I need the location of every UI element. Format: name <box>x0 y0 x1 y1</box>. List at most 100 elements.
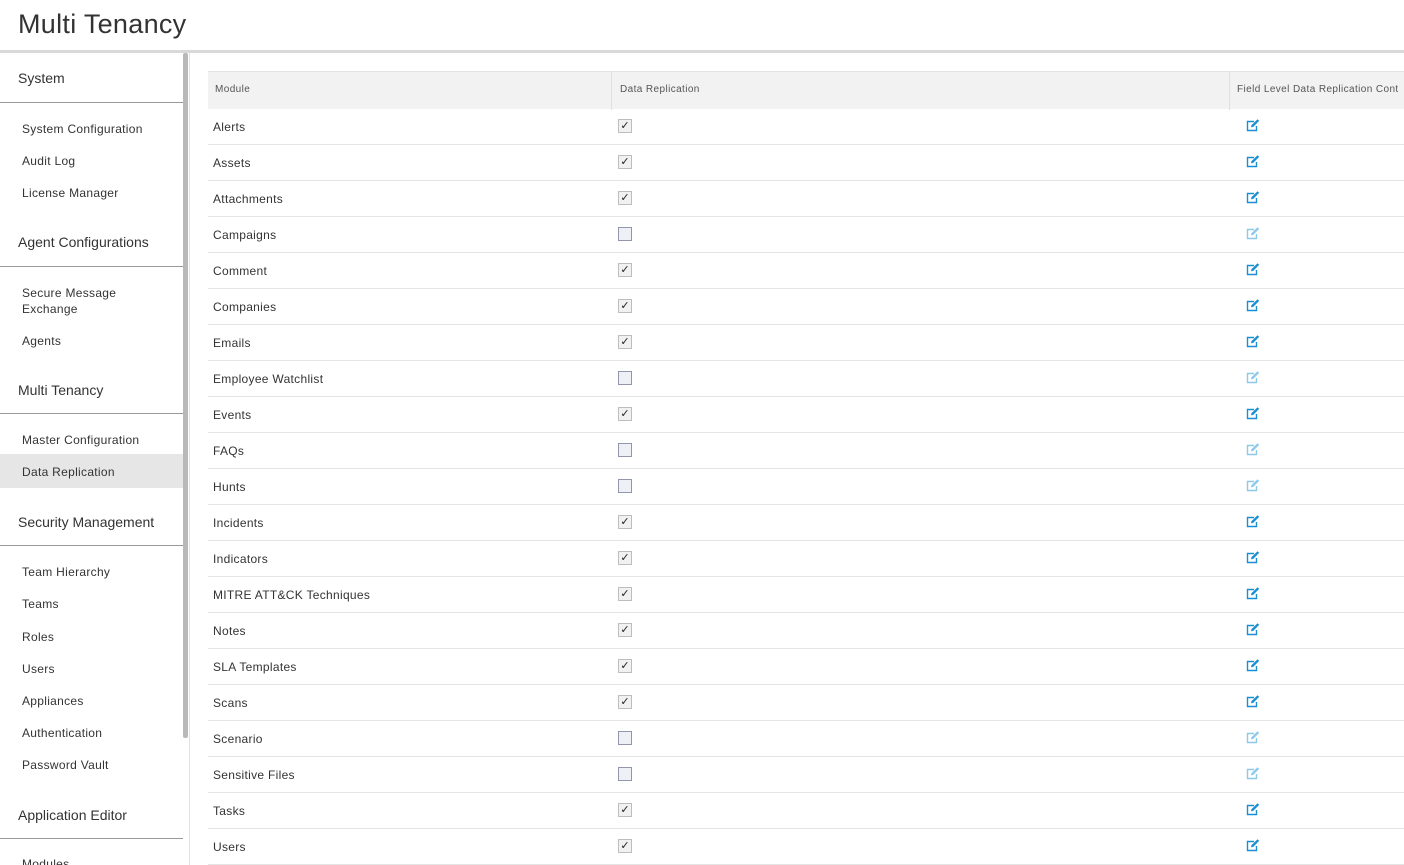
sidebar-item-secure-message-exchange[interactable]: Secure Message Exchange <box>0 285 140 317</box>
table-row: Comment ✓ <box>208 253 1404 289</box>
module-name: Indicators <box>213 552 269 566</box>
table-row: Users ✓ <box>208 829 1404 865</box>
module-name: Hunts <box>213 480 246 494</box>
module-name: MITRE ATT&CK Techniques <box>213 588 371 602</box>
data-replication-checkbox[interactable] <box>618 227 632 241</box>
table-row: Companies ✓ <box>208 289 1404 325</box>
table-row: Attachments ✓ <box>208 181 1404 217</box>
table-row: MITRE ATT&CK Techniques ✓ <box>208 577 1404 613</box>
data-replication-checkbox[interactable]: ✓ <box>618 335 632 349</box>
edit-icon[interactable] <box>1245 335 1261 349</box>
data-replication-checkbox[interactable] <box>618 371 632 385</box>
table-row: SLA Templates ✓ <box>208 649 1404 685</box>
sidebar-section-agent-configurations: Agent Configurations <box>18 234 149 250</box>
edit-icon[interactable] <box>1245 587 1261 601</box>
sidebar-item-audit-log[interactable]: Audit Log <box>0 153 183 169</box>
module-name: Users <box>213 840 246 854</box>
module-name: Comment <box>213 264 268 278</box>
module-name: Alerts <box>213 120 246 134</box>
data-replication-checkbox[interactable]: ✓ <box>618 515 632 529</box>
sidebar-item-password-vault[interactable]: Password Vault <box>0 757 183 773</box>
column-divider <box>611 72 612 110</box>
table-row: Hunts <box>208 469 1404 505</box>
edit-icon[interactable] <box>1245 155 1261 169</box>
edit-icon[interactable] <box>1245 191 1261 205</box>
sidebar-item-roles[interactable]: Roles <box>0 629 183 645</box>
sidebar-item-master-configuration[interactable]: Master Configuration <box>0 432 183 448</box>
table-row: Alerts ✓ <box>208 109 1404 145</box>
data-replication-checkbox[interactable]: ✓ <box>618 623 632 637</box>
module-name: Scenario <box>213 732 263 746</box>
table-row: Campaigns <box>208 217 1404 253</box>
module-name: Assets <box>213 156 251 170</box>
sidebar-item-agents[interactable]: Agents <box>0 333 183 349</box>
edit-icon[interactable] <box>1245 659 1261 673</box>
module-name: Incidents <box>213 516 264 530</box>
edit-icon <box>1245 443 1261 457</box>
sidebar-item-teams[interactable]: Teams <box>0 596 183 612</box>
data-replication-checkbox[interactable]: ✓ <box>618 659 632 673</box>
data-replication-checkbox[interactable]: ✓ <box>618 263 632 277</box>
table-row: Scenario <box>208 721 1404 757</box>
sidebar-item-users[interactable]: Users <box>0 661 183 677</box>
module-name: Employee Watchlist <box>213 372 324 386</box>
edit-icon[interactable] <box>1245 623 1261 637</box>
edit-icon[interactable] <box>1245 299 1261 313</box>
data-replication-checkbox[interactable]: ✓ <box>618 299 632 313</box>
edit-icon[interactable] <box>1245 695 1261 709</box>
column-header-module[interactable]: Module <box>215 84 250 95</box>
sidebar: System System Configuration Audit Log Licen… <box>0 53 190 865</box>
edit-icon <box>1245 731 1261 745</box>
sidebar-scrollbar[interactable] <box>183 53 188 738</box>
data-replication-checkbox[interactable]: ✓ <box>618 407 632 421</box>
module-name: FAQs <box>213 444 245 458</box>
sidebar-item-system-configuration[interactable]: System Configuration <box>0 121 183 137</box>
edit-icon[interactable] <box>1245 119 1261 133</box>
module-name: Tasks <box>213 804 246 818</box>
table-header: Module Data Replication Field Level Data… <box>208 71 1404 110</box>
column-divider <box>1229 72 1230 110</box>
page-title: Multi Tenancy <box>18 9 187 39</box>
edit-icon[interactable] <box>1245 515 1261 529</box>
table-row: Scans ✓ <box>208 685 1404 721</box>
data-replication-checkbox[interactable]: ✓ <box>618 191 632 205</box>
module-name: Scans <box>213 696 248 710</box>
data-replication-checkbox[interactable] <box>618 479 632 493</box>
sidebar-item-data-replication[interactable]: Data Replication <box>0 454 183 488</box>
module-name: Emails <box>213 336 251 350</box>
edit-icon[interactable] <box>1245 839 1261 853</box>
sidebar-item-license-manager[interactable]: License Manager <box>0 185 183 201</box>
table-row: Sensitive Files <box>208 757 1404 793</box>
data-replication-checkbox[interactable]: ✓ <box>618 803 632 817</box>
column-header-field-level[interactable]: Field Level Data Replication Cont <box>1237 84 1399 95</box>
sidebar-divider <box>0 266 183 267</box>
sidebar-section-multi-tenancy: Multi Tenancy <box>18 382 104 398</box>
data-replication-checkbox[interactable]: ✓ <box>618 119 632 133</box>
table-row: Incidents ✓ <box>208 505 1404 541</box>
module-name: SLA Templates <box>213 660 297 674</box>
module-name: Events <box>213 408 252 422</box>
sidebar-item-modules[interactable]: Modules <box>0 856 183 865</box>
table-row: Events ✓ <box>208 397 1404 433</box>
sidebar-item-team-hierarchy[interactable]: Team Hierarchy <box>0 564 183 580</box>
module-name: Notes <box>213 624 246 638</box>
sidebar-item-authentication[interactable]: Authentication <box>0 725 183 741</box>
edit-icon[interactable] <box>1245 551 1261 565</box>
data-replication-checkbox[interactable]: ✓ <box>618 587 632 601</box>
edit-icon[interactable] <box>1245 263 1261 277</box>
data-replication-checkbox[interactable]: ✓ <box>618 155 632 169</box>
data-replication-checkbox[interactable] <box>618 443 632 457</box>
sidebar-divider <box>0 545 183 546</box>
sidebar-section-application-editor: Application Editor <box>18 807 127 823</box>
sidebar-item-appliances[interactable]: Appliances <box>0 693 183 709</box>
data-replication-checkbox[interactable]: ✓ <box>618 551 632 565</box>
data-replication-checkbox[interactable]: ✓ <box>618 695 632 709</box>
edit-icon[interactable] <box>1245 407 1261 421</box>
data-replication-checkbox[interactable] <box>618 767 632 781</box>
column-header-data-replication[interactable]: Data Replication <box>620 84 700 95</box>
edit-icon[interactable] <box>1245 803 1261 817</box>
table-row: Notes ✓ <box>208 613 1404 649</box>
sidebar-divider <box>0 838 183 839</box>
data-replication-checkbox[interactable] <box>618 731 632 745</box>
data-replication-checkbox[interactable]: ✓ <box>618 839 632 853</box>
